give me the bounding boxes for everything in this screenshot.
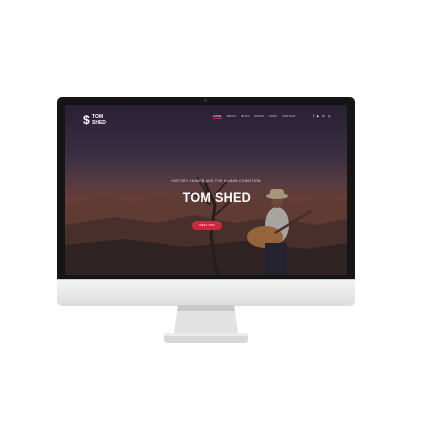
youtube-icon[interactable]: ▶ bbox=[317, 114, 319, 118]
website-screen: $ TOM SHED HOME ABOUT BLOG MUSIC SHOP CO… bbox=[65, 105, 347, 275]
monitor-chin bbox=[57, 279, 355, 306]
menu-item-music[interactable]: MUSIC bbox=[255, 115, 264, 119]
instagram-icon[interactable]: ◎ bbox=[328, 114, 331, 118]
hero-title: TOM SHED bbox=[182, 189, 252, 205]
main-menu: HOME ABOUT BLOG MUSIC SHOP CONTACT bbox=[213, 115, 296, 119]
monitor-stand bbox=[164, 305, 248, 343]
menu-item-contact[interactable]: CONTACT bbox=[282, 115, 296, 119]
site-logo[interactable]: $ TOM SHED bbox=[83, 113, 113, 127]
social-links: f ▶ in ◎ bbox=[313, 114, 331, 118]
logo-mark: $ bbox=[83, 113, 90, 127]
camera-icon bbox=[204, 99, 207, 102]
site-header: $ TOM SHED HOME ABOUT BLOG MUSIC SHOP CO… bbox=[65, 105, 347, 129]
menu-item-about[interactable]: ABOUT bbox=[227, 115, 237, 119]
imac-monitor: $ TOM SHED HOME ABOUT BLOG MUSIC SHOP CO… bbox=[57, 97, 355, 306]
meet-tom-button[interactable]: MEET TOM bbox=[192, 221, 222, 230]
linkedin-icon[interactable]: in bbox=[322, 114, 324, 118]
hero-tagline: HISTORY, HUMOR AND THE HUMAN CONDITION bbox=[171, 179, 261, 183]
menu-item-shop[interactable]: SHOP bbox=[269, 115, 277, 119]
menu-item-blog[interactable]: BLOG bbox=[242, 115, 250, 119]
monitor-bezel: $ TOM SHED HOME ABOUT BLOG MUSIC SHOP CO… bbox=[57, 97, 355, 279]
menu-item-home[interactable]: HOME bbox=[213, 115, 222, 119]
logo-text: TOM SHED bbox=[92, 114, 106, 126]
facebook-icon[interactable]: f bbox=[313, 114, 314, 118]
